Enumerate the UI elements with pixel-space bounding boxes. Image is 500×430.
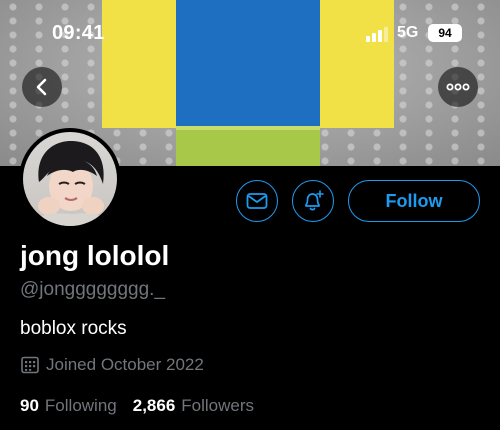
status-bar: 09:41 5G 94: [0, 0, 500, 64]
banner-block-edge: [176, 126, 320, 130]
more-options-button[interactable]: [438, 67, 478, 107]
joined-date: Joined October 2022: [20, 355, 204, 375]
follow-stats: 90 Following 2,866 Followers: [20, 396, 264, 416]
bell-plus-icon: [305, 190, 324, 211]
ellipsis-icon: [446, 83, 470, 91]
avatar-image: [23, 132, 117, 226]
mail-icon: [246, 193, 268, 209]
following-label[interactable]: Following: [45, 396, 117, 416]
follow-button[interactable]: Follow: [348, 180, 480, 222]
message-button[interactable]: [236, 180, 278, 222]
joined-text: Joined October 2022: [46, 355, 204, 374]
display-name: jong lololol: [20, 240, 170, 271]
avatar[interactable]: [19, 128, 121, 230]
network-type: 5G: [397, 24, 419, 41]
followers-count[interactable]: 2,866: [133, 396, 176, 416]
signal-icon: [366, 26, 388, 42]
notifications-button[interactable]: [292, 180, 334, 222]
user-handle: @jongggggggg._: [20, 279, 166, 300]
banner-block-bottom: [176, 128, 320, 166]
back-button[interactable]: [22, 67, 62, 107]
profile-bio: boblox rocks: [20, 318, 127, 339]
status-time: 09:41: [52, 22, 105, 44]
followers-label[interactable]: Followers: [181, 396, 254, 416]
avatar-photo: [33, 140, 109, 226]
following-count[interactable]: 90: [20, 396, 39, 416]
chevron-left-icon: [36, 78, 47, 96]
calendar-icon: [21, 356, 39, 374]
battery-icon: 94: [428, 24, 462, 42]
